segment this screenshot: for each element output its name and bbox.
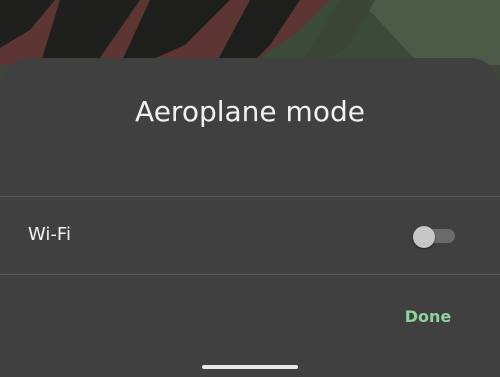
done-button[interactable]: Done: [395, 300, 461, 334]
wifi-toggle-row[interactable]: Wi-Fi: [0, 197, 500, 274]
wifi-toggle-label: Wi-Fi: [28, 224, 71, 245]
wifi-switch[interactable]: [413, 226, 455, 248]
screen: Aeroplane mode Wi-Fi Done: [0, 0, 500, 377]
gesture-nav-handle-icon[interactable]: [202, 365, 298, 369]
switch-thumb[interactable]: [413, 226, 435, 248]
divider-bottom: [0, 274, 500, 275]
dialog-title: Aeroplane mode: [135, 95, 365, 128]
